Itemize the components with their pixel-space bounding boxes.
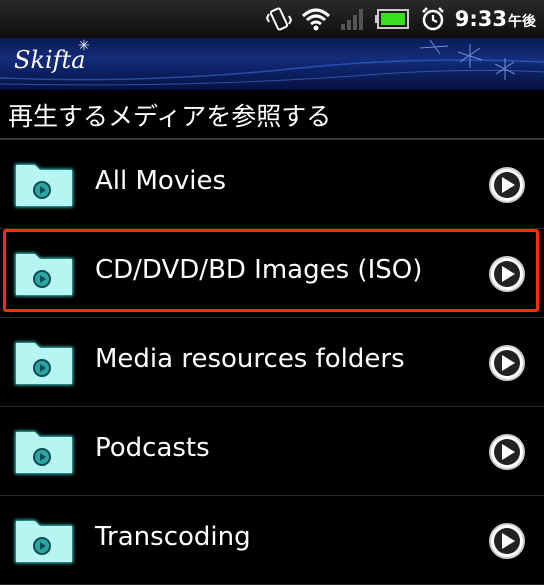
status-time-suffix: 午後 <box>508 14 536 30</box>
list-item-transcoding[interactable]: Transcoding <box>0 496 544 585</box>
item-label: Media resources folders <box>95 344 405 374</box>
battery-icon <box>374 9 409 29</box>
vibrate-icon <box>265 7 292 31</box>
skifta-logo: Skifta <box>14 46 86 74</box>
play-arrow-icon[interactable] <box>487 254 527 294</box>
play-arrow-icon[interactable] <box>487 343 527 383</box>
folder-video-icon <box>15 431 73 474</box>
play-arrow-icon[interactable] <box>487 165 527 205</box>
item-label: CD/DVD/BD Images (ISO) <box>95 255 423 285</box>
list-item-all-movies[interactable]: All Movies <box>0 140 544 229</box>
play-arrow-icon[interactable] <box>487 521 527 561</box>
status-icons: 9:33午後 <box>265 4 536 34</box>
logo-star-icon: ✳ <box>78 38 90 54</box>
alarm-icon <box>421 7 444 31</box>
play-arrow-icon[interactable] <box>487 432 527 472</box>
wifi-icon <box>301 8 330 31</box>
page-title: 再生するメディアを参照する <box>8 102 332 131</box>
folder-video-icon <box>15 342 73 385</box>
list-item-iso-images[interactable]: CD/DVD/BD Images (ISO) <box>0 229 544 318</box>
folder-video-icon <box>15 520 73 563</box>
media-list: All Movies CD/DVD/BD Images (ISO) Media <box>0 140 544 585</box>
status-bar: 9:33午後 <box>0 0 544 38</box>
list-item-podcasts[interactable]: Podcasts <box>0 407 544 496</box>
page-header: 再生するメディアを参照する <box>0 90 544 140</box>
signal-icon <box>340 9 363 30</box>
list-item-media-resources[interactable]: Media resources folders <box>0 318 544 407</box>
folder-video-icon <box>15 164 73 207</box>
item-label: All Movies <box>95 166 226 196</box>
folder-video-icon <box>15 253 73 296</box>
app-banner: Skifta ✳ <box>0 38 544 90</box>
item-label: Transcoding <box>95 522 251 552</box>
item-label: Podcasts <box>95 433 210 463</box>
status-time: 9:33 <box>454 7 507 31</box>
